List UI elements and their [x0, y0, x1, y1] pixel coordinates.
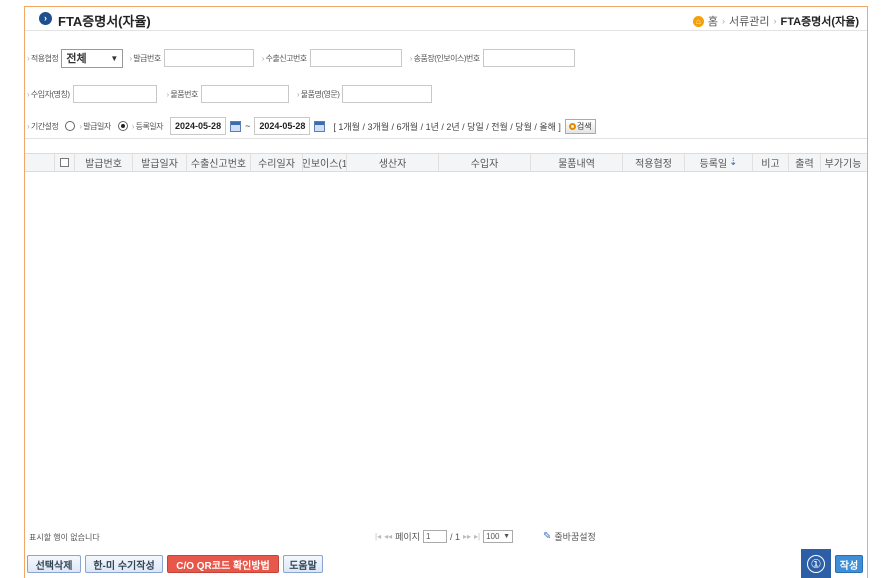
page-title: FTA증명서(자율)	[58, 14, 151, 29]
period-label: 기간설정	[27, 121, 59, 132]
date-to-input[interactable]: 2024-05-28	[254, 117, 311, 135]
export-decl-label: 수출신고번호	[262, 53, 308, 64]
grid-col-producer[interactable]: 생산자	[347, 154, 439, 171]
calendar-icon[interactable]	[314, 120, 326, 132]
delete-selected-button[interactable]: 선택삭제	[27, 555, 81, 573]
column-settings[interactable]: ✎ 줄바꿈설정	[543, 530, 596, 543]
first-page-icon[interactable]: |◂	[375, 532, 381, 541]
grid-col-print[interactable]: 출력	[789, 154, 821, 171]
invoice-input[interactable]	[482, 49, 575, 67]
chevron-down-icon: ▼	[503, 533, 511, 540]
calendar-icon[interactable]	[230, 120, 242, 132]
grid-col-export-decl[interactable]: 수출신고번호	[187, 154, 251, 171]
search-panel: 적용협정 전체 ▼ 발급번호 수출신고번호 송품장(인보이스)번호 수입자(명칭…	[25, 31, 867, 139]
period-shortcuts[interactable]: [ 1개월 / 3개월 / 6개월 / 1년 / 2년 / 당일 / 전월 / …	[333, 120, 561, 133]
page-size-value: 100	[486, 532, 500, 541]
grid-col-spacer	[25, 154, 55, 171]
column-settings-label: 줄바꿈설정	[554, 532, 596, 542]
home-icon: ⌂	[692, 15, 704, 27]
help-button[interactable]: 도움말	[283, 555, 323, 573]
issue-no-label: 발급번호	[129, 53, 161, 64]
breadcrumb-separator-icon: ›	[722, 16, 726, 26]
reg-date-header-label: 등록일	[699, 159, 728, 170]
reg-date-radio[interactable]	[117, 121, 128, 131]
search-row-3: 기간설정 발급일자 등록일자 2024-05-28 ~ 2024-05-28 […	[25, 115, 596, 137]
reg-date-label: 등록일자	[132, 121, 164, 132]
agreement-label: 적용협정	[27, 53, 59, 64]
qr-check-button[interactable]: C/O QR코드 확인방법	[167, 555, 279, 573]
breadcrumb-section[interactable]: 서류관리	[729, 13, 769, 29]
grid-body	[25, 172, 867, 527]
search-row-1: 적용협정 전체 ▼ 발급번호 수출신고번호 송품장(인보이스)번호	[25, 47, 575, 69]
invoice-label: 송품장(인보이스)번호	[410, 53, 481, 64]
breadcrumb-home[interactable]: 홈	[708, 13, 718, 29]
item-no-label: 물품번호	[167, 89, 198, 100]
agreement-select[interactable]: 전체 ▼	[61, 48, 124, 68]
grid-col-agreement[interactable]: 적용협정	[623, 154, 685, 171]
grid-col-reg-date[interactable]: 등록일 ⇣	[685, 154, 753, 171]
breadcrumb-current: FTA증명서(자율)	[780, 16, 860, 28]
grid-col-accept-date[interactable]: 수리일자	[251, 154, 303, 171]
grid-col-importer[interactable]: 수입자	[439, 154, 531, 171]
importer-input[interactable]	[72, 85, 157, 103]
item-no-input[interactable]	[200, 85, 289, 103]
step-number: ①	[807, 555, 825, 573]
page-input[interactable]: 1	[422, 530, 447, 543]
main-frame: › FTA증명서(자율) ⌂ 홈 › 서류관리 › FTA증명서(자율) 적용협…	[24, 6, 868, 578]
item-name-input[interactable]	[342, 85, 433, 103]
page-total: / 1	[449, 531, 460, 542]
no-rows-message: 표시할 행이 없습니다	[29, 533, 100, 542]
manual-write-button[interactable]: 한-미 수기작성	[85, 555, 163, 573]
agreement-select-value: 전체	[66, 53, 87, 65]
grid-col-issue-no[interactable]: 발급번호	[75, 154, 133, 171]
page-header: › FTA증명서(자율) ⌂ 홈 › 서류관리 › FTA증명서(자율)	[25, 7, 867, 31]
next-page-icon[interactable]: ▸▸	[463, 532, 471, 541]
last-page-icon[interactable]: ▸|	[474, 532, 480, 541]
search-button-label: 검색	[576, 121, 592, 131]
issue-no-input[interactable]	[163, 49, 254, 67]
search-button[interactable]: 검색	[564, 118, 596, 134]
search-icon	[568, 122, 576, 130]
grid-col-invoice[interactable]: 인보이스(1	[303, 154, 347, 171]
date-separator: ~	[245, 121, 251, 131]
prev-page-icon[interactable]: ◂◂	[384, 532, 392, 541]
action-bar: 선택삭제 한-미 수기작성 C/O QR코드 확인방법 도움말 ① 작성	[25, 549, 867, 578]
date-from-input[interactable]: 2024-05-28	[170, 117, 227, 135]
grid-footer: 표시할 행이 없습니다 |◂ ◂◂ 페이지 1 / 1 ▸▸ ▸| 100 ▼ …	[25, 527, 867, 547]
pager: |◂ ◂◂ 페이지 1 / 1 ▸▸ ▸| 100 ▼	[375, 530, 514, 543]
page-size-select[interactable]: 100 ▼	[483, 530, 514, 543]
write-button[interactable]: 작성	[835, 555, 863, 573]
issue-date-radio[interactable]	[65, 121, 76, 131]
grid-header: 발급번호 발급일자 수출신고번호 수리일자 인보이스(1 생산자 수입자 물품내…	[25, 153, 867, 172]
importer-label: 수입자(명칭)	[27, 89, 70, 100]
issue-date-label: 발급일자	[79, 121, 111, 132]
grid-col-note[interactable]: 비고	[753, 154, 789, 171]
step-badge: ①	[801, 549, 831, 578]
grid-col-issue-date[interactable]: 발급일자	[133, 154, 187, 171]
breadcrumb: ⌂ 홈 › 서류관리 › FTA증명서(자율)	[692, 13, 860, 29]
grid-col-extra[interactable]: 부가기능	[821, 154, 865, 171]
grid-col-select-all[interactable]	[55, 154, 75, 171]
search-row-2: 수입자(명칭) 물품번호 물품명(영문)	[25, 83, 433, 105]
export-decl-input[interactable]	[309, 49, 402, 67]
chevron-right-icon: ›	[39, 12, 52, 25]
wrench-icon: ✎	[543, 531, 552, 542]
chevron-down-icon: ▼	[110, 53, 119, 63]
item-name-label: 물품명(영문)	[297, 89, 340, 100]
page-label: 페이지	[395, 532, 420, 542]
breadcrumb-separator-icon: ›	[773, 16, 777, 26]
grid-col-items[interactable]: 물품내역	[531, 154, 623, 171]
select-all-checkbox[interactable]	[60, 158, 69, 167]
sort-desc-icon: ⇣	[729, 157, 738, 168]
